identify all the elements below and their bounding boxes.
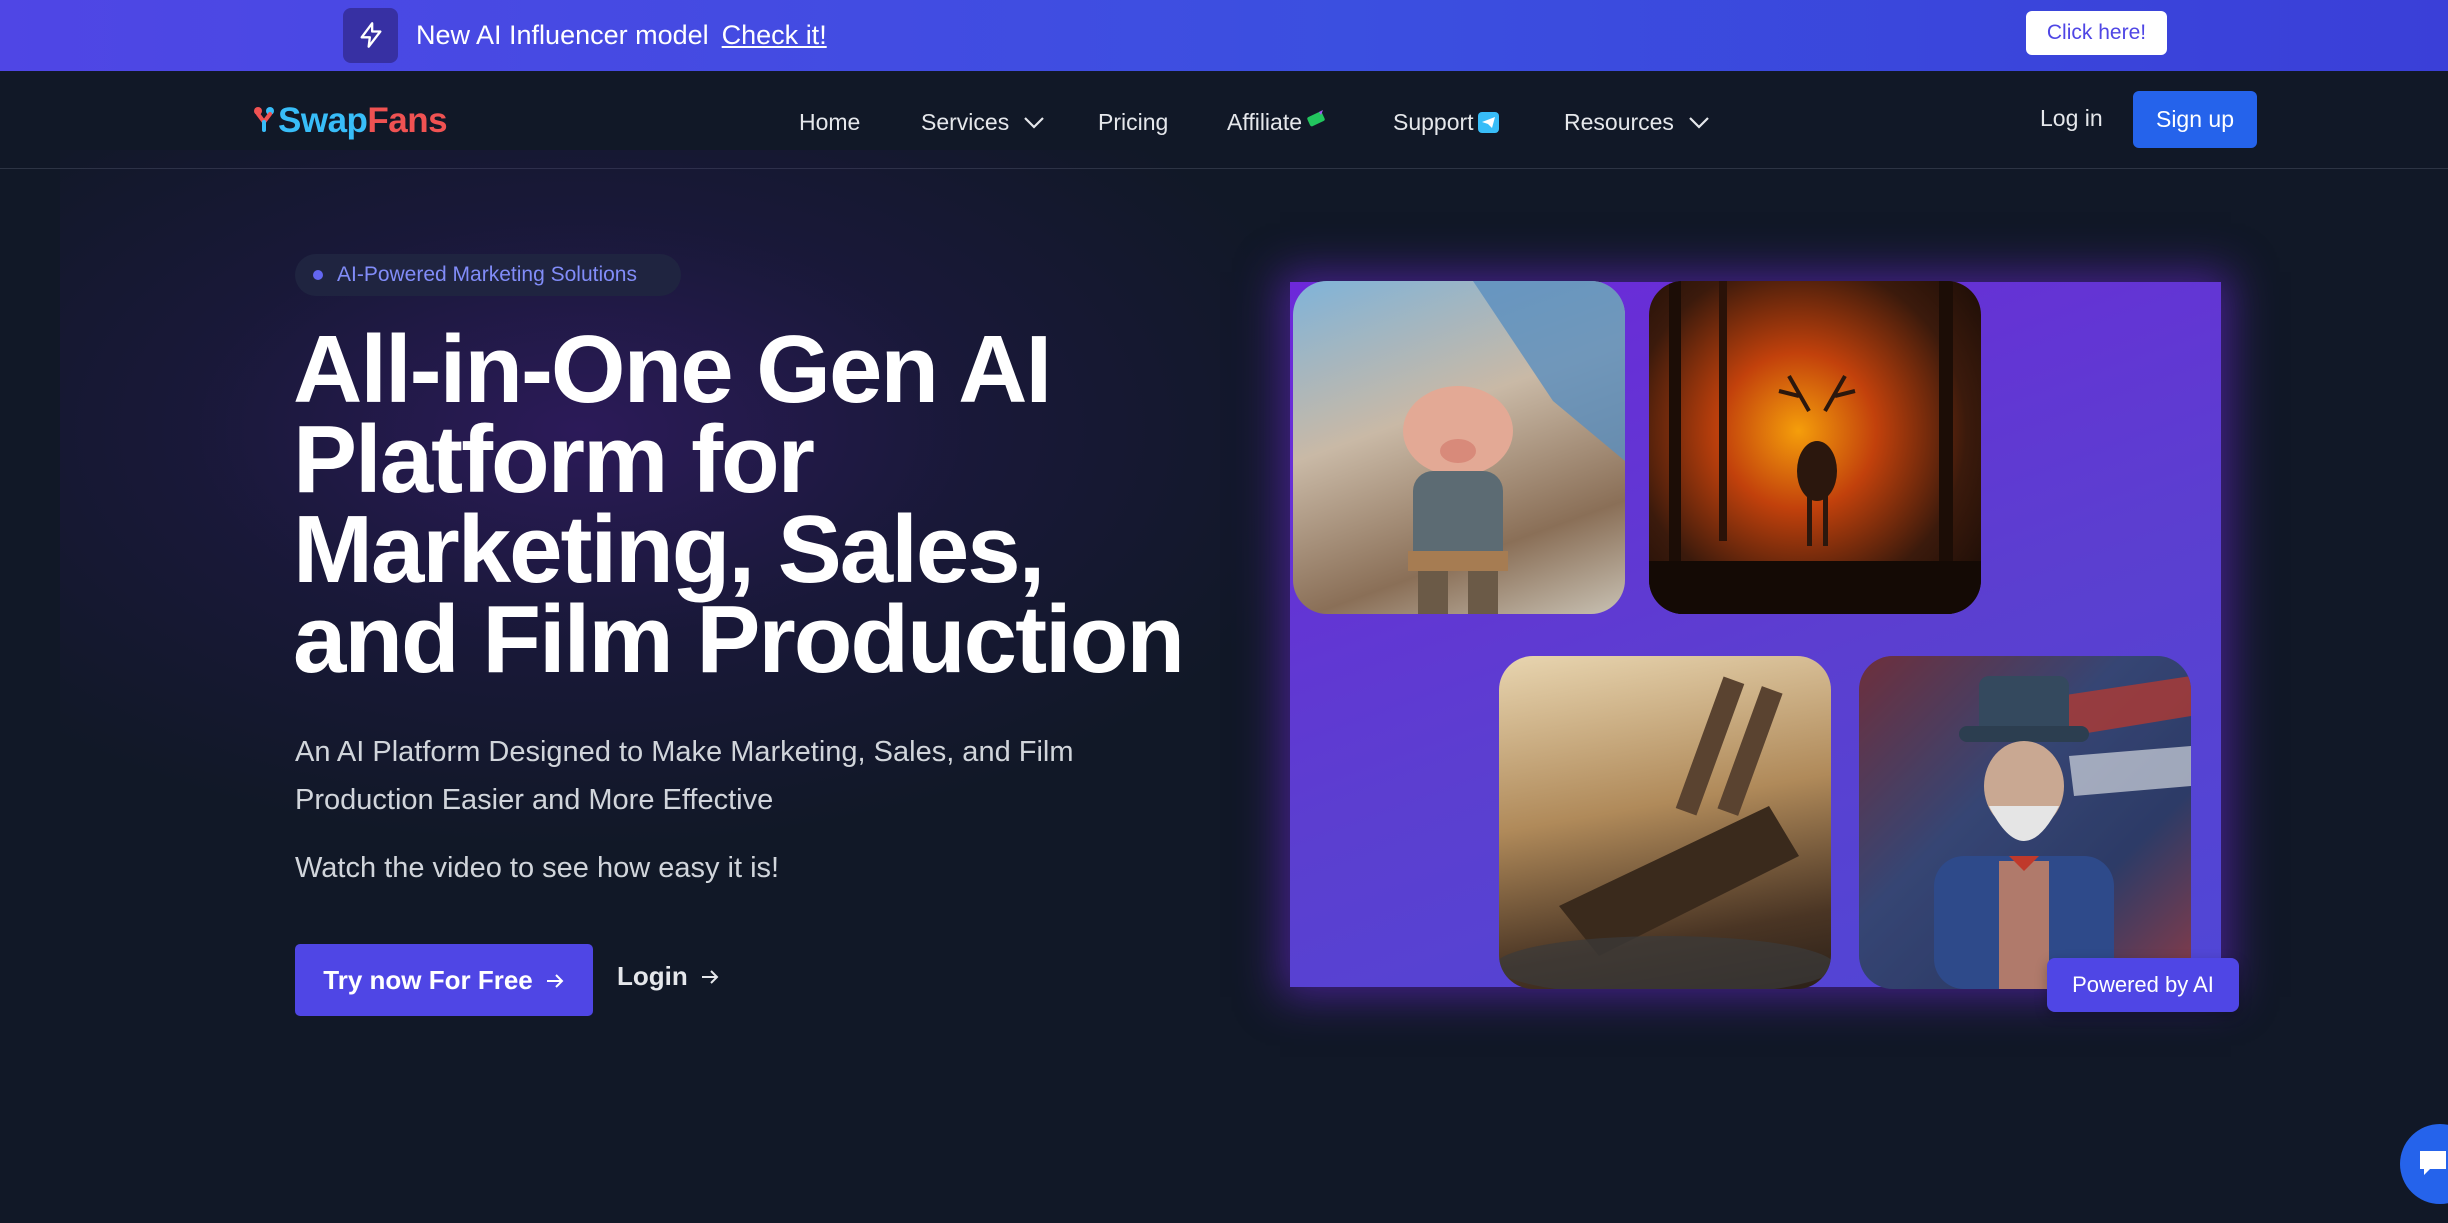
click-here-button[interactable]: Click here!	[2026, 11, 2167, 55]
nav-item-affiliate[interactable]: Affiliate	[1227, 105, 1327, 139]
nav-item-support[interactable]: Support	[1393, 105, 1499, 139]
money-icon	[1305, 108, 1327, 136]
logo-text-fans: Fans	[367, 101, 448, 140]
arrow-right-icon	[533, 965, 565, 996]
check-it-link[interactable]: Check it!	[722, 20, 827, 51]
chat-icon	[2416, 1145, 2448, 1184]
tagline-text: AI-Powered Marketing Solutions	[337, 263, 637, 286]
hero-title: All-in-One Gen AI Platform for Marketing…	[293, 316, 1253, 693]
hero-watch-text: Watch the video to see how easy it is!	[295, 852, 780, 884]
nav-item-resources[interactable]: Resources	[1564, 105, 1710, 139]
dot-icon	[313, 270, 323, 280]
hero-subtitle: An AI Platform Designed to Make Marketin…	[295, 736, 1074, 816]
deer-fire-illustration	[1649, 281, 1981, 614]
chat-widget-button[interactable]	[2400, 1124, 2448, 1204]
nav-item-pricing[interactable]: Pricing	[1098, 105, 1168, 139]
announcement-text: New AI Influencer model	[416, 19, 709, 50]
logo-mark-icon	[253, 101, 275, 141]
hero-login-link[interactable]: Login	[617, 961, 720, 992]
powered-by-ai-badge: Powered by AI	[2047, 958, 2239, 1012]
arrow-right-icon	[688, 961, 720, 992]
hero-title-line: and Film Production	[293, 586, 1185, 693]
nav-item-label: Support	[1393, 108, 1474, 135]
chevron-down-icon	[1688, 109, 1710, 136]
tagline-pill: AI-Powered Marketing Solutions	[295, 254, 681, 296]
try-free-label: Try now For Free	[323, 964, 533, 995]
nav-item-label: Pricing	[1098, 108, 1169, 135]
chevron-down-icon	[1023, 109, 1045, 136]
hero-title-line: All-in-One Gen AI	[293, 316, 1052, 423]
nav-item-label: Resources	[1564, 108, 1674, 135]
nav-item-home[interactable]: Home	[799, 105, 860, 139]
announcement-bar: New AI Influencer model Check it! Click …	[0, 0, 2448, 71]
sinking-ship-illustration	[1499, 676, 1831, 989]
hero-title-line: Marketing, Sales,	[293, 496, 1045, 603]
nav-item-services[interactable]: Services	[921, 105, 1045, 139]
gallery-image-uncle-sam	[1859, 656, 2191, 989]
telegram-icon	[1477, 111, 1499, 133]
try-free-button[interactable]: Try now For Free	[295, 944, 593, 1016]
login-link[interactable]: Log in	[2040, 105, 2103, 132]
gallery-image-sinking-ship	[1499, 656, 1831, 989]
announcement-content: New AI Influencer model Check it!	[343, 6, 827, 64]
gallery-image-deer-fire	[1649, 281, 1981, 614]
top-navbar: Swap Fans Home Services Pricing Affiliate…	[0, 71, 2448, 169]
hero-login-label: Login	[617, 961, 688, 991]
swapfans-logo[interactable]: Swap Fans	[253, 101, 448, 141]
nav-item-label: Affiliate	[1227, 108, 1303, 135]
lightning-icon	[343, 7, 398, 63]
logo-text-swap: Swap	[278, 101, 368, 140]
nav-item-label: Services	[921, 108, 1010, 135]
hero-title-line: Platform for	[293, 406, 815, 513]
pig-warrior-illustration	[1403, 281, 1625, 614]
nav-item-label: Home	[799, 108, 861, 135]
uncle-sam-illustration	[1859, 656, 2191, 989]
gallery-image-pig-warrior	[1293, 281, 1625, 614]
signup-button[interactable]: Sign up	[2133, 91, 2257, 148]
